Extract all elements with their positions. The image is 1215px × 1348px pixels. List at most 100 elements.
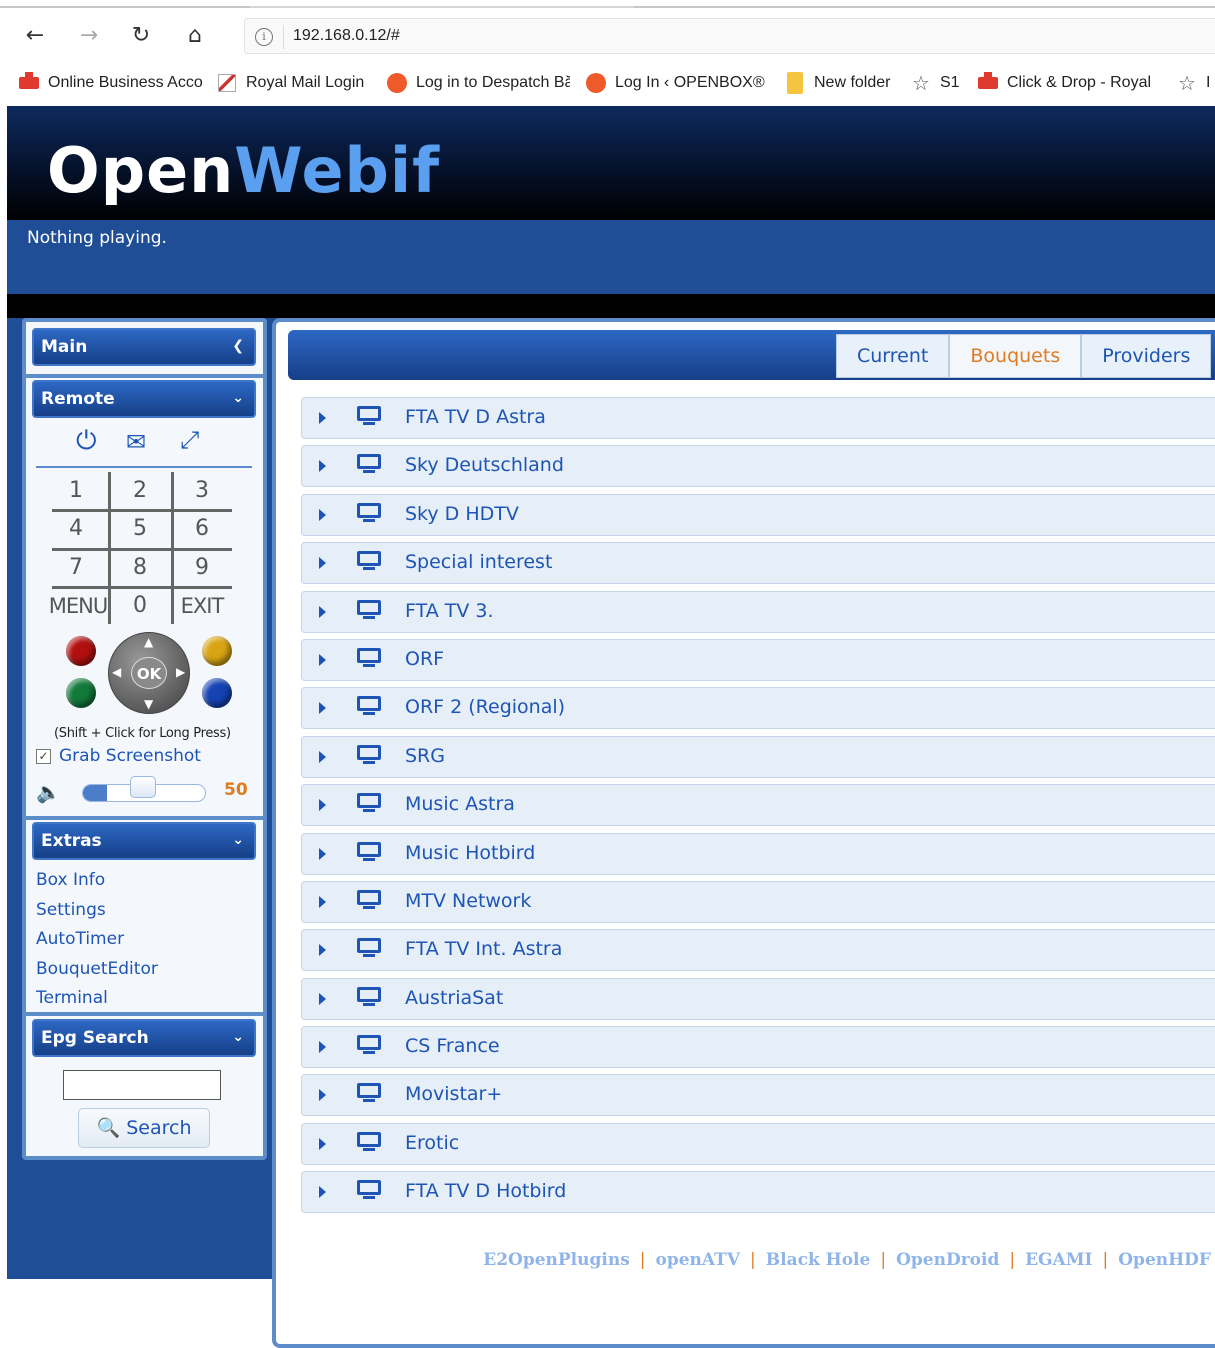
left-arrow-icon[interactable]: ◀: [112, 665, 121, 679]
key-4[interactable]: 4: [46, 510, 106, 548]
expand-arrow-icon[interactable]: [319, 508, 326, 521]
bouquet-row[interactable]: MTV Network: [301, 878, 1215, 926]
key-exit[interactable]: EXIT: [172, 587, 232, 625]
expand-arrow-icon[interactable]: [319, 799, 326, 812]
key-9[interactable]: 9: [172, 549, 232, 587]
key-6[interactable]: 6: [172, 510, 232, 548]
bouquet-row[interactable]: ORF: [301, 636, 1215, 684]
bouquet-name[interactable]: Music Astra: [405, 793, 515, 815]
bookmark-royal-mail[interactable]: Royal Mail Login: [216, 73, 364, 93]
epg-search-header[interactable]: Epg Search ⌄: [32, 1019, 256, 1057]
direction-pad[interactable]: ▲ ▼ ◀ ▶ OK: [108, 632, 190, 714]
bookmark-despatch[interactable]: Log in to Despatch Bă: [386, 73, 570, 93]
reload-icon[interactable]: ↻: [126, 20, 156, 50]
volume-handle[interactable]: [129, 776, 156, 798]
back-icon[interactable]: ←: [20, 20, 50, 50]
bookmark-click-drop[interactable]: Click & Drop - Royal: [977, 72, 1151, 93]
bouquet-row[interactable]: SRG: [301, 733, 1215, 781]
fullscreen-icon[interactable]: ⤢: [180, 426, 199, 454]
extras-header[interactable]: Extras ⌄: [32, 822, 256, 860]
green-button[interactable]: [66, 678, 96, 708]
bouquet-row[interactable]: Movistar+: [301, 1071, 1215, 1119]
main-menu-header[interactable]: Main ❮: [32, 328, 256, 366]
address-bar[interactable]: i 192.168.0.12/#: [244, 18, 1215, 54]
tab-bouquets[interactable]: Bouquets: [949, 334, 1082, 378]
expand-arrow-icon[interactable]: [319, 460, 326, 473]
bouquet-name[interactable]: FTA TV 3.: [405, 600, 494, 622]
bouquet-name[interactable]: Special interest: [405, 551, 552, 573]
bookmark-s1[interactable]: ☆ S1: [910, 73, 960, 95]
key-3[interactable]: 3: [172, 472, 232, 510]
grab-screenshot-checkbox[interactable]: ✓: [36, 748, 51, 764]
footer-link[interactable]: E2OpenPlugins: [483, 1250, 630, 1270]
down-arrow-icon[interactable]: ▼: [144, 697, 153, 711]
key-0[interactable]: 0: [110, 587, 170, 625]
expand-arrow-icon[interactable]: [319, 1137, 326, 1150]
bouquet-name[interactable]: FTA TV D Hotbird: [405, 1180, 566, 1202]
bouquet-row[interactable]: Erotic: [301, 1120, 1215, 1168]
right-arrow-icon[interactable]: ▶: [176, 665, 185, 679]
bouquet-name[interactable]: ORF 2 (Regional): [405, 696, 565, 718]
bookmark-openbox[interactable]: Log In ‹ OPENBOX®: [585, 73, 765, 93]
tab-current[interactable]: Current: [836, 334, 950, 378]
key-menu[interactable]: MENU: [48, 587, 108, 625]
blue-button[interactable]: [202, 678, 232, 708]
bouquet-name[interactable]: FTA TV D Astra: [405, 406, 546, 428]
bouquet-name[interactable]: SRG: [405, 745, 445, 767]
footer-link[interactable]: EGAMI: [1025, 1250, 1092, 1270]
bouquet-row[interactable]: ORF 2 (Regional): [301, 684, 1215, 732]
grab-screenshot-option[interactable]: ✓ Grab Screenshot: [36, 746, 201, 766]
forward-icon[interactable]: →: [74, 20, 104, 50]
bouquet-name[interactable]: CS France: [405, 1035, 500, 1057]
bouquet-name[interactable]: AustriaSat: [405, 987, 503, 1009]
bouquet-name[interactable]: MTV Network: [405, 890, 531, 912]
search-button[interactable]: 🔍 Search: [78, 1108, 210, 1148]
bouquet-row[interactable]: Music Hotbird: [301, 830, 1215, 878]
key-8[interactable]: 8: [110, 549, 170, 587]
remote-header[interactable]: Remote ⌄: [32, 380, 256, 418]
expand-arrow-icon[interactable]: [319, 605, 326, 618]
key-1[interactable]: 1: [46, 472, 106, 510]
expand-arrow-icon[interactable]: [319, 895, 326, 908]
bookmark-new-folder[interactable]: New folder: [784, 72, 890, 94]
bouquet-row[interactable]: FTA TV D Hotbird: [301, 1168, 1215, 1216]
red-button[interactable]: [66, 636, 96, 666]
expand-arrow-icon[interactable]: [319, 1041, 326, 1054]
footer-link[interactable]: OpenHDF: [1118, 1250, 1211, 1270]
link-settings[interactable]: Settings: [36, 900, 158, 930]
bouquet-row[interactable]: Sky Deutschland: [301, 442, 1215, 490]
bouquet-name[interactable]: Sky D HDTV: [405, 503, 519, 525]
footer-link[interactable]: Black Hole: [766, 1250, 871, 1270]
bouquet-name[interactable]: Movistar+: [405, 1083, 502, 1105]
expand-arrow-icon[interactable]: [319, 944, 326, 957]
footer-link[interactable]: OpenDroid: [896, 1250, 999, 1270]
expand-arrow-icon[interactable]: [319, 702, 326, 715]
expand-arrow-icon[interactable]: [319, 1186, 326, 1199]
expand-arrow-icon[interactable]: [319, 557, 326, 570]
key-7[interactable]: 7: [46, 549, 106, 587]
url-text[interactable]: 192.168.0.12/#: [293, 27, 400, 45]
speaker-icon[interactable]: 🔈: [36, 780, 61, 804]
expand-arrow-icon[interactable]: [319, 412, 326, 424]
key-2[interactable]: 2: [110, 472, 170, 510]
yellow-button[interactable]: [202, 636, 232, 666]
bouquet-name[interactable]: Erotic: [405, 1132, 459, 1154]
bouquet-row[interactable]: CS France: [301, 1023, 1215, 1071]
bouquet-row[interactable]: AustriaSat: [301, 975, 1215, 1023]
home-icon[interactable]: ⌂: [180, 20, 210, 50]
bouquet-row[interactable]: Music Astra: [301, 781, 1215, 829]
envelope-icon[interactable]: ✉: [126, 428, 146, 456]
bouquet-row[interactable]: FTA TV Int. Astra: [301, 926, 1215, 974]
bouquet-name[interactable]: Music Hotbird: [405, 842, 535, 864]
expand-arrow-icon[interactable]: [319, 1089, 326, 1102]
expand-arrow-icon[interactable]: [319, 847, 326, 860]
bookmark-online-business[interactable]: Online Business Acco: [18, 72, 203, 93]
link-bouquet-editor[interactable]: BouquetEditor: [36, 959, 158, 989]
bookmark-overflow[interactable]: ☆ I: [1176, 73, 1210, 95]
epg-search-input[interactable]: [63, 1070, 221, 1100]
bouquet-name[interactable]: ORF: [405, 648, 444, 670]
footer-link[interactable]: openATV: [656, 1250, 741, 1270]
power-icon[interactable]: ⏻: [76, 426, 97, 457]
key-5[interactable]: 5: [110, 510, 170, 548]
bouquet-row[interactable]: Sky D HDTV: [301, 491, 1215, 539]
